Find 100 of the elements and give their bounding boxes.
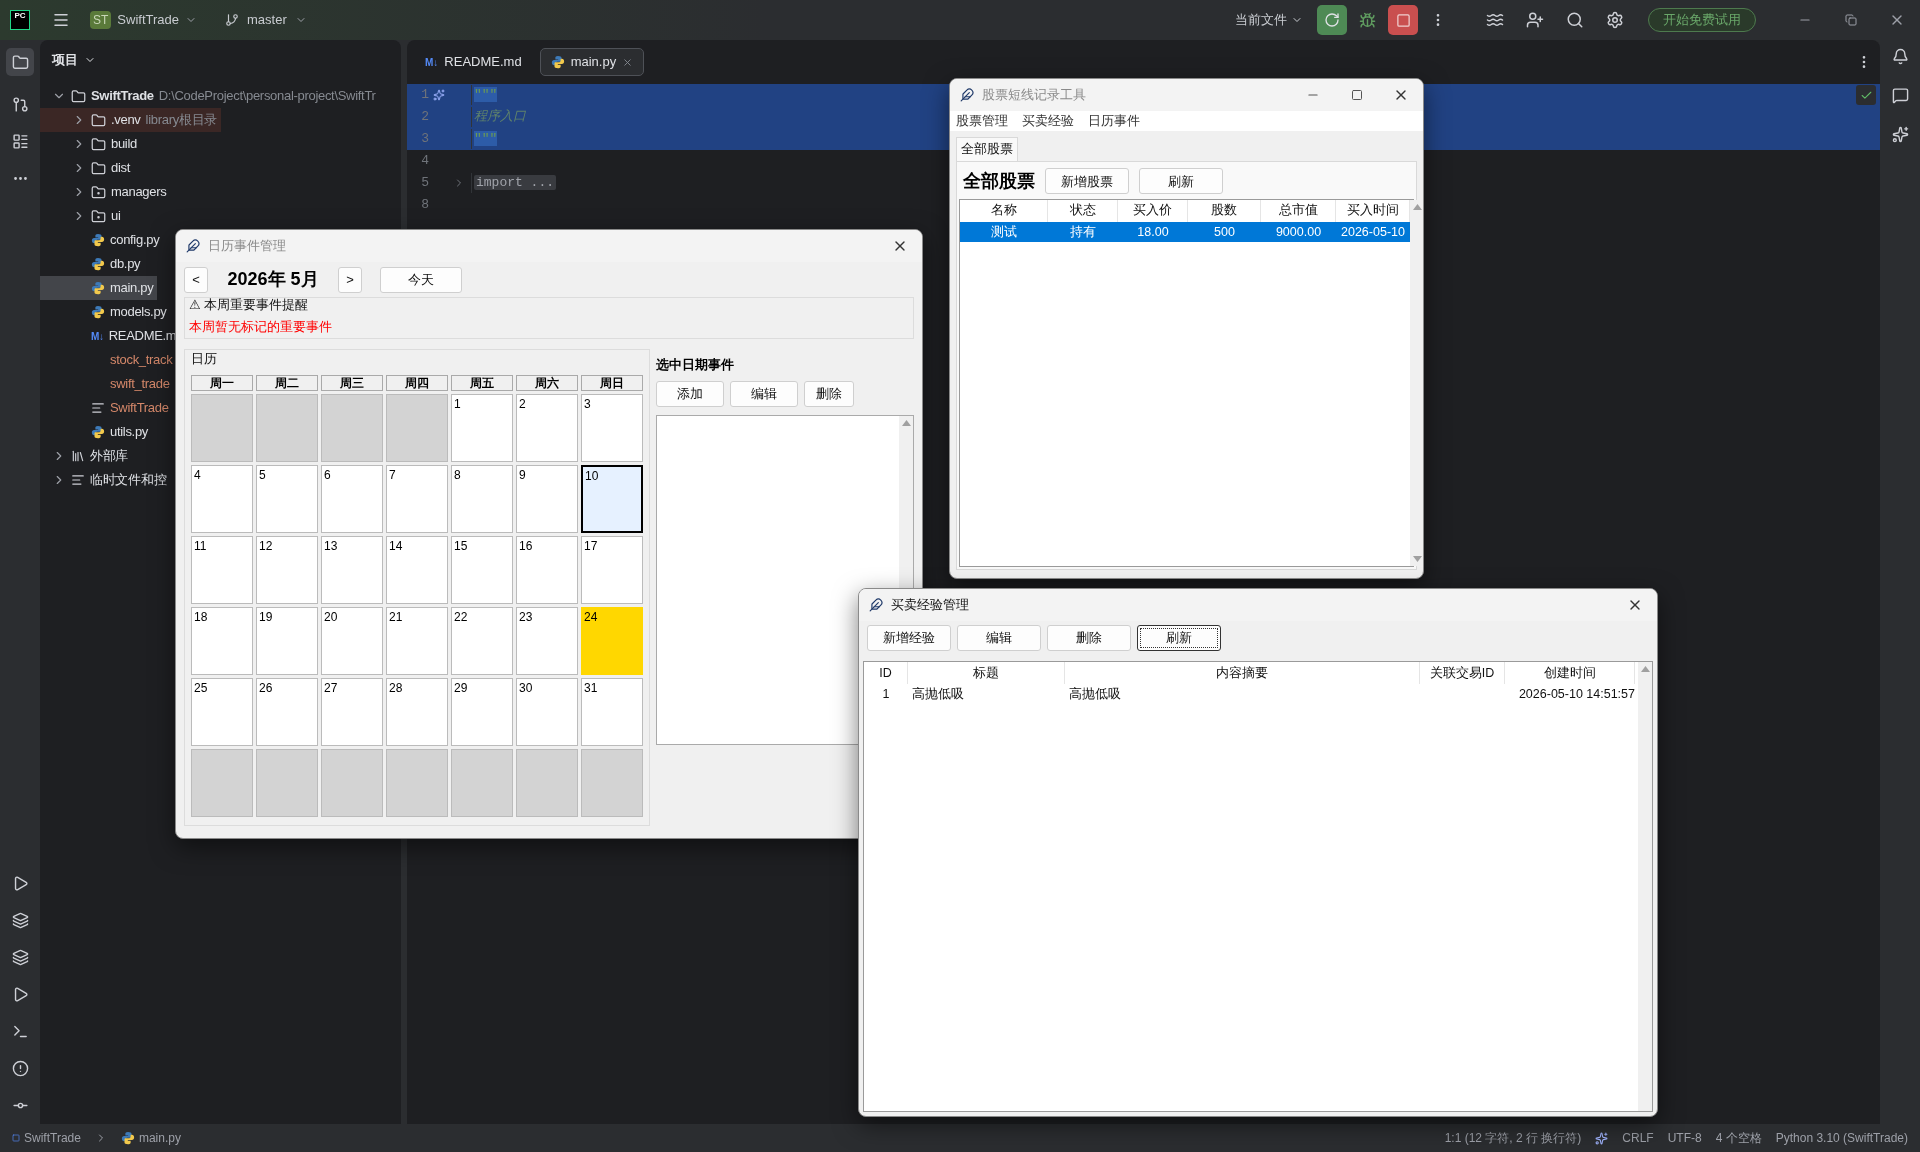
search-icon[interactable] (1566, 11, 1584, 29)
calendar-day[interactable]: 4 (191, 464, 253, 533)
table-row[interactable]: 测试 持有 18.00 500 9000.00 2026-05-10 (960, 221, 1410, 242)
tree-item[interactable]: SwiftTrade (40, 396, 173, 420)
column-header[interactable]: 创建时间 (1505, 662, 1635, 684)
calendar-day[interactable]: 15 (451, 535, 513, 604)
terminal-icon[interactable] (11, 1023, 29, 1040)
calendar-day[interactable]: 1 (451, 393, 513, 462)
column-header[interactable]: 标题 (908, 662, 1065, 684)
column-header[interactable]: 内容摘要 (1065, 662, 1420, 684)
project-tool-button[interactable] (6, 48, 34, 76)
tree-item[interactable]: .venv library根目录 (40, 108, 221, 132)
chat-icon[interactable] (1891, 87, 1909, 104)
calendar-day[interactable]: 3 (581, 393, 643, 462)
button[interactable]: 编辑 (730, 380, 798, 407)
tree-item[interactable]: main.py (40, 276, 158, 300)
tree-item[interactable]: dist (40, 156, 135, 180)
calendar-day[interactable]: 13 (321, 535, 383, 604)
calendar-day[interactable]: 27 (321, 677, 383, 746)
calendar-day[interactable]: 18 (191, 606, 253, 675)
inspection-ok-icon[interactable] (1856, 85, 1876, 105)
calendar-day[interactable]: 12 (256, 535, 318, 604)
debug-icon[interactable] (1359, 11, 1376, 29)
calendar-day[interactable]: 28 (386, 677, 448, 746)
calendar-day[interactable]: 6 (321, 464, 383, 533)
calendar-day[interactable]: 14 (386, 535, 448, 604)
tree-item[interactable]: db.py (40, 252, 145, 276)
close-icon[interactable] (622, 56, 634, 68)
tree-item[interactable]: utils.py (40, 420, 153, 444)
button[interactable]: < (184, 266, 208, 293)
column-header[interactable]: 关联交易ID (1420, 662, 1505, 684)
settings-icon[interactable] (1606, 11, 1624, 29)
breadcrumb-item[interactable]: SwiftTrade (12, 1129, 81, 1147)
tree-item[interactable]: models.py (40, 300, 171, 324)
tree-item[interactable]: SwiftTrade D:\CodeProject\personal-project\SwiftTr (40, 84, 380, 108)
calendar-day[interactable]: 29 (451, 677, 513, 746)
tree-item[interactable]: swift_trade (40, 372, 174, 396)
calendar-day[interactable]: 11 (191, 535, 253, 604)
menu-item[interactable]: 买卖经验 (1022, 111, 1074, 131)
column-header[interactable]: 股数 (1188, 199, 1261, 222)
column-header[interactable]: 总市值 (1261, 199, 1336, 222)
pull-request-icon[interactable] (11, 96, 29, 113)
button[interactable]: 编辑 (957, 625, 1041, 651)
problems-icon[interactable] (11, 1060, 29, 1077)
button[interactable]: 刷新 (1137, 625, 1221, 651)
indent-setting[interactable]: 4 个空格 (1715, 1129, 1762, 1147)
column-header[interactable]: 买入价 (1118, 199, 1188, 222)
run-config-selector[interactable]: 当前文件 (1235, 10, 1287, 30)
button[interactable]: 删除 (804, 380, 854, 407)
tree-item[interactable]: build (40, 132, 141, 156)
button[interactable]: 删除 (1047, 625, 1131, 651)
calendar-day[interactable]: 20 (321, 606, 383, 675)
button[interactable]: 今天 (380, 266, 462, 293)
breadcrumb-item[interactable]: main.py (120, 1129, 181, 1147)
cursor-position[interactable]: 1:1 (12 字符, 2 行 换行符) (1444, 1129, 1582, 1147)
calendar-day[interactable]: 16 (516, 535, 578, 604)
folded-code[interactable]: import ... (474, 175, 556, 191)
calendar-day[interactable]: 7 (386, 464, 448, 533)
calendar-day[interactable]: 25 (191, 677, 253, 746)
calendar-day[interactable]: 17 (581, 535, 643, 604)
tree-item[interactable]: 外部库 (40, 444, 133, 468)
calendar-day[interactable]: 26 (256, 677, 318, 746)
button[interactable]: 新增股票 (1045, 168, 1129, 195)
branch-selector[interactable]: master (247, 10, 287, 30)
calendar-day[interactable]: 8 (451, 464, 513, 533)
tree-item[interactable]: managers (40, 180, 171, 204)
calendar-day[interactable]: 21 (386, 606, 448, 675)
calendar-day[interactable]: 24 (581, 606, 643, 675)
calendar-day[interactable]: 30 (516, 677, 578, 746)
ai-assistant-icon[interactable] (1891, 126, 1909, 143)
column-header[interactable]: ID (864, 662, 908, 684)
structure-icon[interactable] (11, 133, 29, 150)
column-header[interactable]: 状态 (1048, 199, 1118, 222)
menu-item[interactable]: 股票管理 (956, 111, 1008, 131)
tree-item[interactable]: config.py (40, 228, 164, 252)
button[interactable]: 添加 (656, 380, 724, 407)
menu-item[interactable]: 日历事件 (1088, 111, 1140, 131)
tab[interactable]: 全部股票 (956, 137, 1018, 161)
project-selector[interactable]: SwiftTrade (117, 10, 179, 30)
rerun-button[interactable] (1317, 5, 1347, 35)
calendar-day[interactable]: 5 (256, 464, 318, 533)
ai-status-icon[interactable] (1595, 1131, 1609, 1145)
stop-button[interactable] (1388, 5, 1418, 35)
calendar-day[interactable]: 19 (256, 606, 318, 675)
calendar-day[interactable]: 10 (581, 464, 643, 533)
calendar-day[interactable]: 23 (516, 606, 578, 675)
tree-item[interactable]: 临时文件和控 (40, 468, 171, 492)
add-user-icon[interactable] (1526, 11, 1544, 29)
tree-item[interactable]: stock_track (40, 348, 177, 372)
button[interactable]: 刷新 (1139, 168, 1223, 195)
calendar-day[interactable]: 31 (581, 677, 643, 746)
button[interactable]: 新增经验 (867, 625, 951, 651)
calendar-day[interactable]: 22 (451, 606, 513, 675)
line-separator[interactable]: CRLF (1622, 1129, 1654, 1147)
tree-item[interactable]: ui (40, 204, 125, 228)
calendar-day[interactable]: 9 (516, 464, 578, 533)
app-logo[interactable]: PC (10, 10, 30, 30)
sparkle-icon[interactable] (433, 89, 445, 101)
panel-title[interactable]: 项目 (40, 40, 401, 80)
file-encoding[interactable]: UTF-8 (1667, 1129, 1702, 1147)
